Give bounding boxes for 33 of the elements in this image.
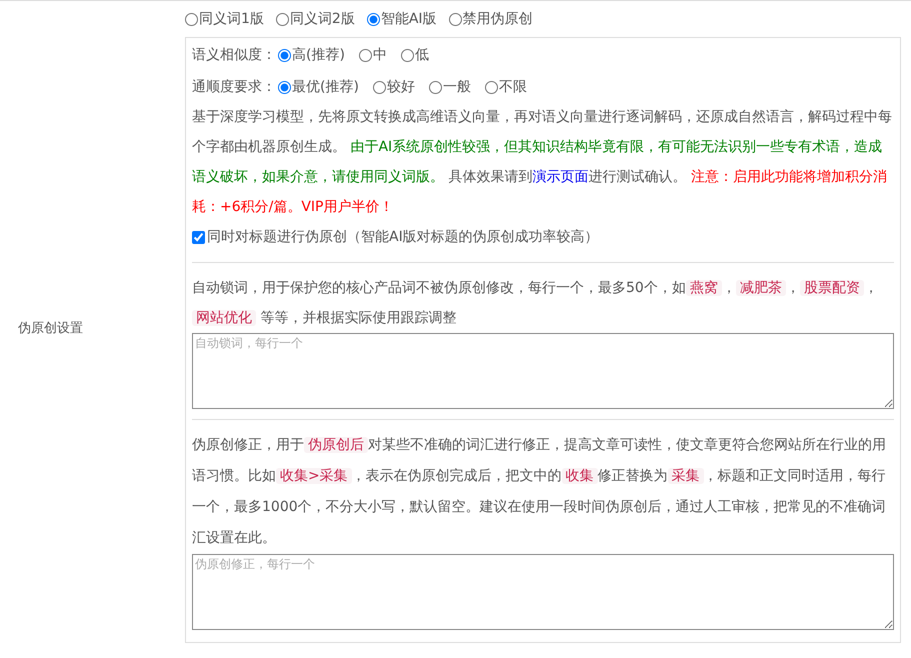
lock-words-field[interactable]: 自动锁词，每行一个 — [192, 333, 894, 409]
radio-button[interactable] — [278, 80, 291, 94]
corrections-field[interactable]: 伪原创修正，每行一个 — [192, 554, 894, 630]
radio-button[interactable] — [276, 12, 289, 26]
choice-label[interactable]: 不限 — [498, 76, 527, 98]
title-option-label[interactable]: 同时对标题进行伪原创（智能AI版对标题的伪原创成功率较高） — [207, 226, 599, 248]
option-label: 通顺度要求： — [192, 78, 276, 96]
choice-label[interactable]: 中 — [372, 44, 387, 66]
choice-label[interactable]: 低 — [414, 44, 429, 66]
mode-label[interactable]: 同义词2版 — [290, 8, 355, 30]
choice-label[interactable]: 高(推荐) — [292, 44, 345, 66]
radio-button[interactable] — [185, 12, 198, 26]
radio-button[interactable] — [448, 12, 462, 26]
mode-label[interactable]: 同义词1版 — [199, 8, 264, 30]
choice-label[interactable]: 最优(推荐) — [292, 76, 359, 98]
corrections-description: 伪原创修正，用于 伪原创后 对某些不准确的词汇进行修正，提高文章可读性，使文章更符合您网站所在行业的用语习惯。比如 收集>采集 ，表示在伪原创完成后，把文中的 收集 修正替换为 采集 ，标题和正文同时适用，每行一个，最多1000个，不分大小写，默认留空。建议在使用一段时间伪原创后，通过人工审核，把常见的不准确词汇设置在此。 — [192, 436, 887, 548]
radio-button[interactable] — [366, 12, 380, 26]
radio-button[interactable] — [428, 80, 442, 94]
choice-label[interactable]: 较好 — [386, 76, 415, 98]
choice-label[interactable]: 一般 — [442, 76, 471, 98]
demo-link[interactable]: 演示页面 — [532, 169, 588, 185]
option-label: 语义相似度： — [192, 46, 276, 64]
radio-button[interactable] — [372, 80, 386, 94]
ai-description: 基于深度学习模型，先将原文转换成高维语义向量，再对语义向量进行逐词解码，还原成自然语言，解码过程中每个字都由机器原创生成。 由于AI系统原创性较强，但其知识结构毕竟有限，有可能无法识别一些专有术语，造成语义破坏，如果介意，请使用同义词版。 具体效果请到演示页面进行测试确认。 注意：启用此功能将增加积分消耗：+6积分/篇。VIP用户半价！ — [192, 108, 893, 217]
radio-button[interactable] — [400, 48, 414, 62]
lock-words-description: 自动锁词，用于保护您的核心产品词不被伪原创修改，每行一个，最多50个，如 燕窝 ， 减肥茶 ， 股票配资 ， 网站优化 等等，并根据实际使用跟踪调整 — [192, 279, 879, 328]
section-label: 伪原创设置 — [18, 320, 83, 338]
radio-button[interactable] — [358, 48, 372, 62]
checkbox[interactable] — [192, 230, 205, 244]
mode-label[interactable]: 智能AI版 — [380, 8, 437, 30]
radio-button[interactable] — [484, 80, 498, 94]
radio-button[interactable] — [278, 48, 291, 62]
mode-label[interactable]: 禁用伪原创 — [462, 8, 533, 30]
